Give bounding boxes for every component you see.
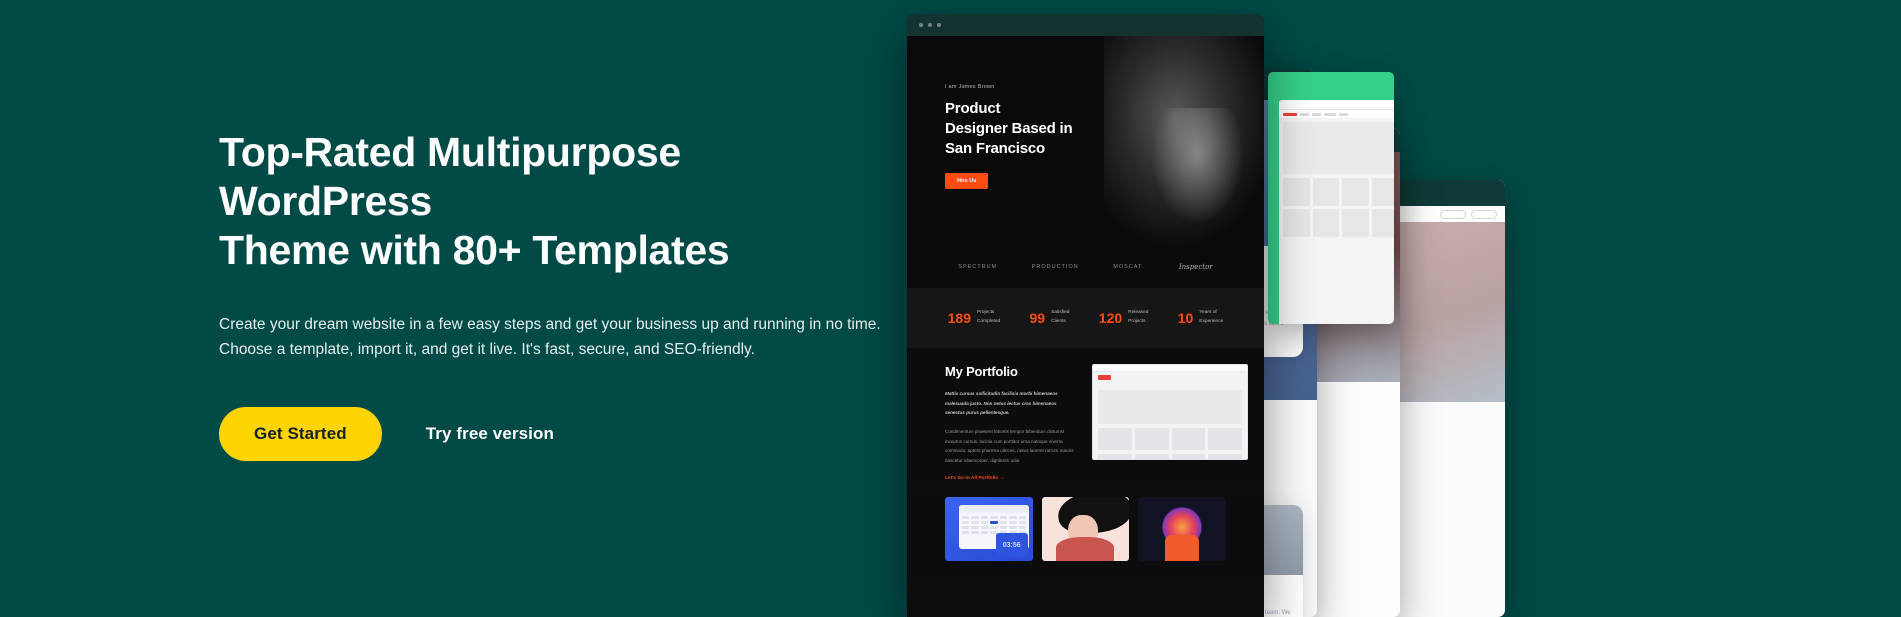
mockup-stack: MOSCAT uild ⚑ 24/7 Supports Cursus sit a… [900, 0, 1901, 617]
portfolio-section: My Portfolio Mattis cursus sollicitudin … [907, 348, 1264, 482]
portfolio-screenshot [1092, 364, 1248, 460]
logo-production: PRODUCTION [1031, 264, 1079, 270]
hero-section: Top-Rated Multipurpose WordPress Theme w… [0, 0, 1901, 617]
stat-item: 189 Projects Completed [948, 309, 1001, 326]
stat-item: 10 Years of Experience [1178, 309, 1224, 326]
ecommerce-screenshot [1279, 100, 1394, 324]
shop-product-grid [1283, 178, 1394, 237]
portfolio-link[interactable]: Let's Go to All Portfolio → [945, 476, 1076, 481]
logo-spectrum: SPECTRUM [958, 264, 998, 270]
hero-copy: Top-Rated Multipurpose WordPress Theme w… [219, 128, 899, 461]
shop-topbar [1279, 100, 1394, 110]
stats-row: 189 Projects Completed 99 Satisfied Clie… [907, 288, 1264, 348]
stat-number: 120 [1098, 310, 1123, 326]
ecommerce-template-card [1268, 72, 1394, 324]
stat-item: 120 Released Projects [1099, 309, 1149, 326]
shop-hero-banner [1283, 122, 1394, 174]
portrait-photo [1104, 36, 1264, 246]
client-logo-row: SPECTRUM PRODUCTION MOSCAT. Inspector [907, 246, 1264, 288]
stat-item: 99 Satisfied Clients [1030, 309, 1070, 326]
stat-label: Projects Completed [977, 310, 1001, 324]
main-browser-mockup: I am James Brown Product Designer Based … [907, 14, 1264, 617]
instagram-illustration-thumbnail[interactable] [1138, 497, 1227, 562]
hire-us-button[interactable]: Hire Us [945, 173, 989, 190]
stat-number: 99 [1029, 310, 1046, 326]
mockup-hero-eyebrow: I am James Brown [945, 84, 995, 90]
portfolio-heading: My Portfolio [945, 364, 1018, 379]
cta-row: Get Started Try free version [219, 406, 899, 461]
timer-value: 03:56 [995, 533, 1028, 558]
stat-number: 10 [1177, 310, 1194, 326]
shop-navbar [1279, 110, 1394, 118]
stat-label: Years of Experience [1199, 310, 1224, 324]
stat-number: 189 [947, 310, 971, 326]
calendar-timer-thumbnail[interactable]: 03:56 [945, 497, 1033, 562]
portfolio-thumbnails: 03:56 [907, 497, 1264, 580]
portfolio-screenshot-column [1092, 364, 1264, 481]
get-started-button[interactable]: Get Started [219, 406, 382, 461]
woman-hat-illustration-thumbnail[interactable] [1041, 497, 1130, 562]
window-dot-icon[interactable] [937, 23, 941, 27]
mockup-hero: I am James Brown Product Designer Based … [907, 36, 1264, 246]
window-dot-icon[interactable] [928, 23, 932, 27]
window-dot-icon[interactable] [919, 23, 923, 27]
portfolio-lead: Mattis cursus sollicitudin facilisis mor… [945, 391, 1058, 416]
hero-subcopy: Create your dream website in a few easy … [219, 316, 881, 359]
logo-moscat: MOSCAT. [1113, 264, 1145, 270]
try-free-version-button[interactable]: Try free version [426, 424, 554, 444]
stat-label: Satisfied Clients [1051, 310, 1070, 324]
nav-pill [1471, 209, 1497, 219]
mockup-hero-title: Product Designer Based in San Francisco [945, 100, 1073, 157]
browser-titlebar [907, 14, 1264, 36]
portfolio-text-column: My Portfolio Mattis cursus sollicitudin … [907, 364, 1092, 481]
page-title: Top-Rated Multipurpose WordPress Theme w… [219, 129, 730, 273]
nav-pill [1440, 209, 1466, 219]
portfolio-body: Condimentum praesent lobortis tempor bib… [945, 428, 1074, 463]
mockup-hero-copy: I am James Brown Product Designer Based … [945, 84, 1073, 190]
logo-inspector: Inspector [1178, 263, 1213, 271]
stat-label: Released Projects [1128, 310, 1149, 324]
